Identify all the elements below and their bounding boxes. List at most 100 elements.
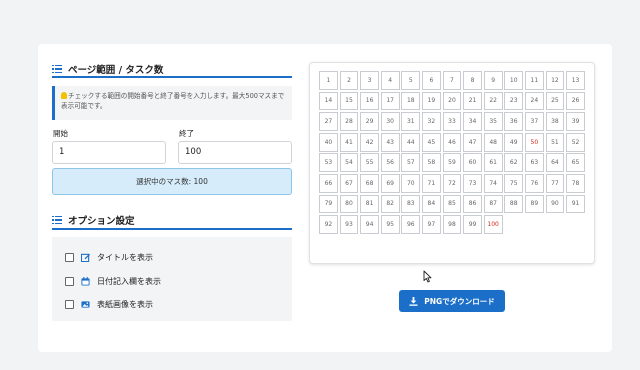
edit-icon [81,253,90,262]
grid-cell: 77 [545,173,565,193]
grid-cell: 52 [566,132,585,152]
grid-cell: 27 [319,112,338,131]
download-label: PNGでダウンロード [424,296,495,306]
grid-cell: 99 [463,215,482,234]
download-icon [409,296,418,306]
show-cover-label: 表紙画像を表示 [97,300,153,309]
page-range-divider [52,76,292,78]
grid-cell: 93 [339,215,359,234]
grid-cell: 25 [545,91,565,111]
grid-cell: 38 [545,112,565,131]
selected-count-display: 選択中のマス数: 100 [52,168,292,195]
grid-cell: 15 [339,91,359,111]
grid-cell: 14 [319,91,338,111]
grid-cell: 84 [421,194,441,214]
grid-cell: 65 [566,153,585,173]
grid-cell: 20 [442,91,462,111]
grid-cell: 39 [566,112,585,131]
grid-cell: 67 [339,173,359,193]
download-png-button[interactable]: PNGでダウンロード [399,290,505,312]
end-input[interactable]: 100 [178,141,292,164]
show-cover-checkbox[interactable] [65,300,74,309]
grid-cell: 32 [421,112,441,131]
grid-cell: 70 [401,173,421,193]
grid-cell: 36 [504,112,524,131]
grid-cell: 26 [566,91,585,111]
grid-cell: 6 [421,71,441,90]
option-show-date[interactable]: 日付記入欄を表示 [65,276,161,287]
grid-cell: 33 [442,112,462,131]
grid-cell: 50 [524,132,544,152]
grid-cell: 3 [360,71,379,90]
grid-cell: 48 [483,132,503,152]
grid-cell: 83 [401,194,421,214]
page-range-heading: ページ範囲 / タスク数 [52,62,163,76]
grid-cell: 61 [483,153,503,173]
grid-cell: 42 [360,132,379,152]
grid-cell: 74 [483,173,503,193]
grid-cell: 18 [401,91,421,111]
grid-cell: 5 [401,71,421,90]
grid-cell: 34 [463,112,482,131]
show-date-label: 日付記入欄を表示 [97,277,161,286]
grid-cell: 68 [360,173,379,193]
grid-cell: 7 [442,71,462,90]
option-show-title[interactable]: タイトルを表示 [65,252,153,263]
grid-cell: 13 [566,71,585,90]
lightbulb-icon [61,92,67,99]
grid-cell: 88 [504,194,524,214]
grid-cell: 75 [504,173,524,193]
grid-cell: 10 [504,71,524,90]
grid-cell: 37 [524,112,544,131]
options-divider [52,228,292,230]
grid-cell: 82 [380,194,400,214]
grid-cell: 72 [442,173,462,193]
grid-cell: 89 [524,194,544,214]
grid-cell: 53 [319,153,338,173]
grid-cell: 2 [339,71,359,90]
start-input[interactable]: 1 [52,141,166,164]
grid-cell: 94 [360,215,379,234]
grid-cell: 49 [504,132,524,152]
grid-cell: 46 [442,132,462,152]
show-title-checkbox[interactable] [65,253,74,262]
grid-cell: 55 [360,153,379,173]
grid-cell: 4 [380,71,400,90]
grid-cell: 56 [380,153,400,173]
grid-cell: 85 [442,194,462,214]
grid-cell: 63 [524,153,544,173]
grid-cell: 35 [483,112,503,131]
grid-cell: 81 [360,194,379,214]
grid-cell: 29 [360,112,379,131]
grid-cell: 47 [463,132,482,152]
option-show-cover[interactable]: 表紙画像を表示 [65,299,153,310]
grid-cell: 31 [401,112,421,131]
page-range-title: ページ範囲 / タスク数 [68,65,164,76]
grid-cell: 8 [463,71,482,90]
grid-cell: 92 [319,215,338,234]
grid-cell: 23 [504,91,524,111]
info-note: チェックする範囲の開始番号と終了番号を入力します。最大500マスまで表示可能です… [52,86,292,120]
task-grid: 1 2 3 4 5 6 7 8 9 10 11 12 13 14 15 16 17 18 19 20 21 22 23 24 2… [319,71,585,234]
grid-cell: 62 [504,153,524,173]
grid-cell: 45 [421,132,441,152]
grid-cell: 91 [566,194,585,214]
grid-cell: 79 [319,194,338,214]
show-title-label: タイトルを表示 [97,253,153,262]
grid-cell: 71 [421,173,441,193]
grid-cell: 51 [545,132,565,152]
grid-cell: 41 [339,132,359,152]
grid-cell: 43 [380,132,400,152]
show-date-checkbox[interactable] [65,277,74,286]
grid-cell: 24 [524,91,544,111]
mouse-cursor-icon [423,270,432,283]
grid-cell: 95 [380,215,400,234]
grid-cell: 17 [380,91,400,111]
grid-cell: 69 [380,173,400,193]
grid-cell: 19 [421,91,441,111]
grid-cell: 11 [524,71,544,90]
options-title: オプション設定 [68,216,135,227]
options-heading: オプション設定 [52,213,135,227]
grid-cell: 40 [319,132,338,152]
grid-cell: 16 [360,91,379,111]
